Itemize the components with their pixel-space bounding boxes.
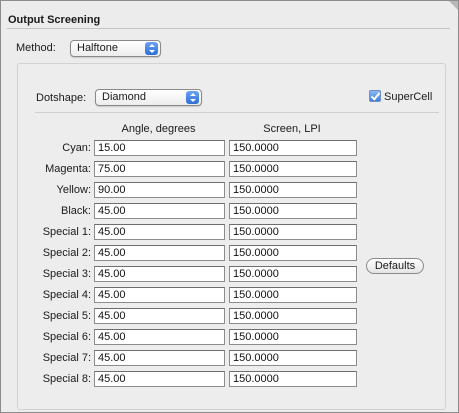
row-label: Special 2: [42,247,91,259]
row-label: Special 5: [42,310,91,322]
screen-field[interactable] [229,245,357,261]
output-screening-panel: Output Screening Method: Halftone Dotsha… [0,0,459,413]
angle-field[interactable] [94,161,225,177]
method-label: Method: [16,42,56,54]
supercell-label: SuperCell [384,91,433,103]
angle-field[interactable] [94,287,225,303]
method-popup-value: Halftone [77,42,118,54]
screen-field[interactable] [229,308,357,324]
method-popup[interactable]: Halftone [70,40,161,57]
dotshape-popup-value: Diamond [102,91,147,103]
supercell-checkbox[interactable] [369,90,381,102]
screen-field[interactable] [229,371,357,387]
dotshape-popup[interactable]: Diamond [95,89,202,106]
angle-field[interactable] [94,266,225,282]
angle-field[interactable] [94,350,225,366]
row-label: Cyan: [62,142,91,154]
panel-title: Output Screening [8,14,101,26]
angle-field[interactable] [94,371,225,387]
resize-corner-icon[interactable] [449,1,458,10]
screen-field[interactable] [229,182,357,198]
angle-field[interactable] [94,203,225,219]
screen-field[interactable] [229,350,357,366]
row-label: Special 4: [42,289,91,301]
row-label: Special 1: [42,226,91,238]
screen-field[interactable] [229,266,357,282]
screen-field[interactable] [229,203,357,219]
screen-field[interactable] [229,140,357,156]
row-label: Magenta: [45,163,91,175]
title-divider [7,28,450,29]
row-label: Special 8: [42,373,91,385]
screen-field[interactable] [229,224,357,240]
row-label: Black: [61,205,91,217]
defaults-button[interactable]: Defaults [366,258,424,274]
screen-field[interactable] [229,329,357,345]
section-divider [35,112,439,113]
angle-field[interactable] [94,182,225,198]
angle-field[interactable] [94,224,225,240]
row-label: Special 7: [42,352,91,364]
row-label: Special 6: [42,331,91,343]
popup-arrows-icon [145,42,158,55]
row-label: Yellow: [56,184,91,196]
screen-field[interactable] [229,287,357,303]
angle-field[interactable] [94,245,225,261]
row-label: Special 3: [42,268,91,280]
dotshape-label: Dotshape: [36,92,87,104]
angle-field[interactable] [94,329,225,345]
popup-arrows-icon [186,91,199,104]
angle-field[interactable] [94,140,225,156]
angle-column-header: Angle, degrees [121,123,196,135]
angle-field[interactable] [94,308,225,324]
screen-field[interactable] [229,161,357,177]
screen-column-header: Screen, LPI [263,123,321,135]
